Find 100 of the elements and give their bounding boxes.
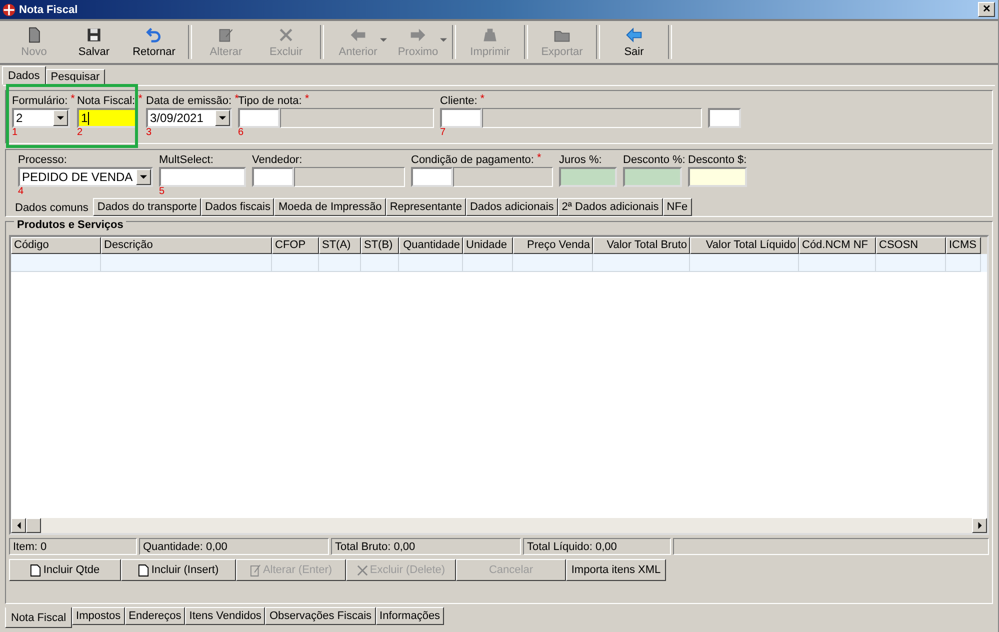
action-button[interactable]: Incluir Qtde (9, 559, 121, 581)
table-cell[interactable] (946, 254, 981, 272)
column-header[interactable]: Unidade (463, 237, 513, 254)
scroll-thumb[interactable] (26, 518, 41, 533)
input-field[interactable] (559, 167, 617, 187)
table-cell[interactable] (399, 254, 463, 272)
edit-icon (250, 564, 261, 576)
dropdown-field[interactable]: 3/09/2021 (146, 108, 232, 128)
field-number: 6 (238, 127, 244, 138)
field-number: 5 (159, 186, 165, 197)
undo-arrow-icon (145, 26, 163, 44)
tab[interactable]: Informações (376, 607, 444, 625)
tab[interactable]: Dados (2, 66, 46, 85)
app-logo-icon (2, 2, 16, 16)
table-cell[interactable] (319, 254, 361, 272)
tab[interactable]: 2ª Dados adicionais (558, 198, 663, 216)
input-field[interactable]: 1 (77, 108, 137, 128)
field-label: Processo: (18, 154, 67, 167)
status-panel: Quantidade: 0,00 (139, 538, 329, 555)
column-header[interactable]: CFOP (272, 237, 319, 254)
left-arrow-icon (349, 26, 367, 44)
tab[interactable]: Endereços (124, 607, 186, 625)
tab[interactable]: Representante (386, 198, 466, 216)
required-mark: * (536, 154, 542, 163)
field-label: Formulário: (12, 95, 68, 108)
dropdown-field[interactable]: PEDIDO DE VENDA (18, 167, 153, 187)
action-button[interactable]: Incluir (Insert) (121, 559, 236, 581)
column-header[interactable]: Valor Total Líquido (690, 237, 799, 254)
code-field[interactable] (440, 108, 482, 128)
table-cell[interactable] (799, 254, 876, 272)
field-label: Condição de pagamento: (411, 154, 534, 167)
column-header[interactable]: Cód.NCM NF (799, 237, 876, 254)
required-mark: * (480, 95, 485, 104)
tab[interactable]: Dados adicionais (466, 198, 558, 216)
tab[interactable]: NFe (662, 198, 692, 216)
delete-icon (277, 26, 295, 44)
table-cell[interactable] (272, 254, 319, 272)
field-label: Desconto %: (623, 154, 686, 167)
field-number: 4 (18, 186, 24, 197)
tab[interactable]: Dados fiscais (201, 198, 274, 216)
column-header[interactable]: Descrição (101, 237, 272, 254)
back-arrow-icon (625, 26, 643, 44)
toolbar-button[interactable]: Salvar (64, 24, 124, 60)
column-header[interactable]: ICMS (946, 237, 981, 254)
field-label: Tipo de nota: (238, 95, 302, 108)
close-button[interactable]: ✕ (978, 2, 995, 17)
column-header[interactable]: ST(A) (319, 237, 361, 254)
field-number: 1 (12, 127, 18, 138)
column-header[interactable]: CSOSN (876, 237, 946, 254)
table-cell[interactable] (11, 254, 101, 272)
field-label: Vendedor: (252, 154, 302, 167)
code-field[interactable] (252, 167, 294, 187)
field-label: Desconto $: (688, 154, 747, 167)
column-header[interactable]: Preço Venda (513, 237, 593, 254)
table-cell[interactable] (593, 254, 690, 272)
edit-icon (217, 26, 235, 44)
tab[interactable]: Pesquisar (46, 69, 105, 85)
horizontal-scrollbar[interactable] (11, 518, 987, 533)
tab[interactable]: Nota Fiscal (5, 607, 72, 628)
table-cell[interactable] (361, 254, 399, 272)
field-number: 7 (440, 127, 446, 138)
window-title: Nota Fiscal (19, 4, 79, 16)
column-header[interactable]: Valor Total Bruto (593, 237, 690, 254)
column-header[interactable]: Quantidade (399, 237, 463, 254)
caret-icon (140, 175, 147, 179)
status-panel: Total Bruto: 0,00 (331, 538, 521, 555)
tab[interactable]: Moeda de Impressão (274, 198, 386, 216)
tab[interactable]: Impostos (72, 607, 125, 625)
caret-icon (57, 116, 64, 120)
input-field[interactable] (708, 108, 741, 128)
field-label: Data de emissão: (146, 95, 232, 108)
required-mark: * (304, 95, 310, 104)
input-field[interactable] (159, 167, 246, 187)
input-field[interactable] (623, 167, 682, 187)
document-icon (30, 564, 42, 576)
table-cell[interactable] (463, 254, 513, 272)
field-number: 3 (146, 127, 152, 138)
tab[interactable]: Dados do transporte (93, 198, 202, 216)
required-mark: * (138, 95, 142, 104)
column-header[interactable]: ST(B) (361, 237, 399, 254)
code-field[interactable] (238, 108, 280, 128)
table-cell[interactable] (690, 254, 799, 272)
column-header[interactable]: Código (11, 237, 101, 254)
caret-icon (219, 116, 226, 120)
document-icon (138, 564, 150, 576)
input-field[interactable] (688, 167, 747, 187)
action-button[interactable]: Importa itens XML (566, 559, 666, 581)
dropdown-field[interactable]: 2 (12, 108, 70, 128)
field-label: Nota Fiscal: (77, 95, 136, 108)
code-field[interactable] (411, 167, 453, 187)
table-cell[interactable] (513, 254, 593, 272)
status-panel: Total Líquido: 0,00 (523, 538, 671, 555)
field-label: MultSelect: (159, 154, 214, 167)
table-cell[interactable] (101, 254, 272, 272)
table-cell[interactable] (876, 254, 946, 272)
tab[interactable]: Observações Fiscais (265, 607, 376, 625)
toolbar-button[interactable]: Sair (604, 24, 664, 60)
toolbar-button[interactable]: Retornar (124, 24, 184, 60)
required-mark: * (234, 95, 239, 104)
tab[interactable]: Itens Vendidos (185, 607, 266, 625)
